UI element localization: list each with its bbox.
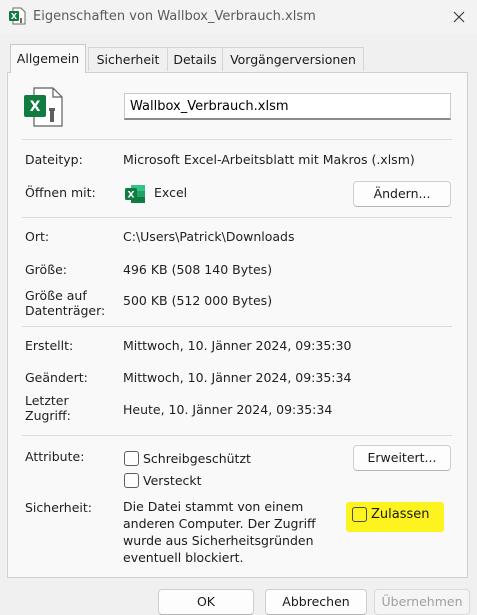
last-accessed-value: Heute, 10. Jänner 2024, 09:35:34 xyxy=(123,402,333,417)
tab-sicherheit[interactable]: Sicherheit xyxy=(88,47,168,71)
size-on-disk-value: 500 KB (512 000 Bytes) xyxy=(123,293,273,308)
unblock-checkbox-row[interactable]: Zulassen xyxy=(352,507,430,522)
security-label: Sicherheit: xyxy=(25,500,93,515)
separator xyxy=(22,326,452,327)
tab-details[interactable]: Details xyxy=(167,47,223,71)
size-label: Größe: xyxy=(25,262,67,277)
opens-with-value: Excel xyxy=(154,185,188,200)
file-type-value: Microsoft Excel-Arbeitsblatt mit Makros … xyxy=(123,152,415,167)
change-button[interactable]: Ändern... xyxy=(353,181,451,207)
advanced-button[interactable]: Erweitert... xyxy=(353,445,451,471)
tab-vorgaengerversionen[interactable]: Vorgängerversionen xyxy=(222,47,364,71)
hidden-checkbox-row[interactable]: Versteckt xyxy=(124,473,202,488)
cancel-button[interactable]: Abbrechen xyxy=(265,589,367,615)
unblock-checkbox[interactable] xyxy=(352,507,367,522)
close-icon xyxy=(453,11,464,23)
svg-text:X: X xyxy=(11,12,18,21)
excel-macro-file-icon: X xyxy=(22,86,64,128)
svg-text:X: X xyxy=(128,191,135,201)
location-label: Ort: xyxy=(25,229,50,244)
hidden-checkbox[interactable] xyxy=(124,473,139,488)
security-warning-text: Die Datei stammt von einem anderen Compu… xyxy=(123,499,316,565)
title-bar: X Eigenschaften von Wallbox_Verbrauch.xl… xyxy=(0,0,477,34)
readonly-checkbox-row[interactable]: Schreibgeschützt xyxy=(124,451,251,466)
excel-app-icon: X xyxy=(124,184,146,204)
last-accessed-label-line2: Zugriff: xyxy=(25,408,71,423)
modified-value: Mittwoch, 10. Jänner 2024, 09:35:34 xyxy=(123,370,352,385)
readonly-checkbox[interactable] xyxy=(124,451,139,466)
created-value: Mittwoch, 10. Jänner 2024, 09:35:30 xyxy=(123,338,352,353)
last-accessed-label: Letzter xyxy=(25,393,69,408)
readonly-label: Schreibgeschützt xyxy=(143,451,251,466)
size-value: 496 KB (508 140 Bytes) xyxy=(123,262,273,277)
ok-button[interactable]: OK xyxy=(158,589,254,615)
created-label: Erstellt: xyxy=(25,338,74,353)
hidden-label: Versteckt xyxy=(143,473,202,488)
close-button[interactable] xyxy=(440,0,477,34)
svg-text:X: X xyxy=(30,99,41,115)
attributes-label: Attribute: xyxy=(25,449,85,464)
apply-button[interactable]: Übernehmen xyxy=(374,589,470,615)
tab-allgemein[interactable]: Allgemein xyxy=(10,44,86,73)
file-name-field[interactable] xyxy=(124,93,451,120)
separator xyxy=(22,435,452,436)
opens-with-label: Öffnen mit: xyxy=(25,185,96,200)
size-on-disk-label-line2: Datenträger: xyxy=(25,303,106,318)
location-value: C:\Users\Patrick\Downloads xyxy=(123,229,295,244)
modified-label: Geändert: xyxy=(25,370,88,385)
excel-macro-file-icon: X xyxy=(8,7,26,25)
separator xyxy=(22,139,452,140)
separator xyxy=(22,217,452,218)
unblock-label: Zulassen xyxy=(371,507,430,522)
size-on-disk-label: Größe auf xyxy=(25,288,87,303)
file-type-label: Dateityp: xyxy=(25,152,83,167)
window-title: Eigenschaften von Wallbox_Verbrauch.xlsm xyxy=(33,9,316,24)
